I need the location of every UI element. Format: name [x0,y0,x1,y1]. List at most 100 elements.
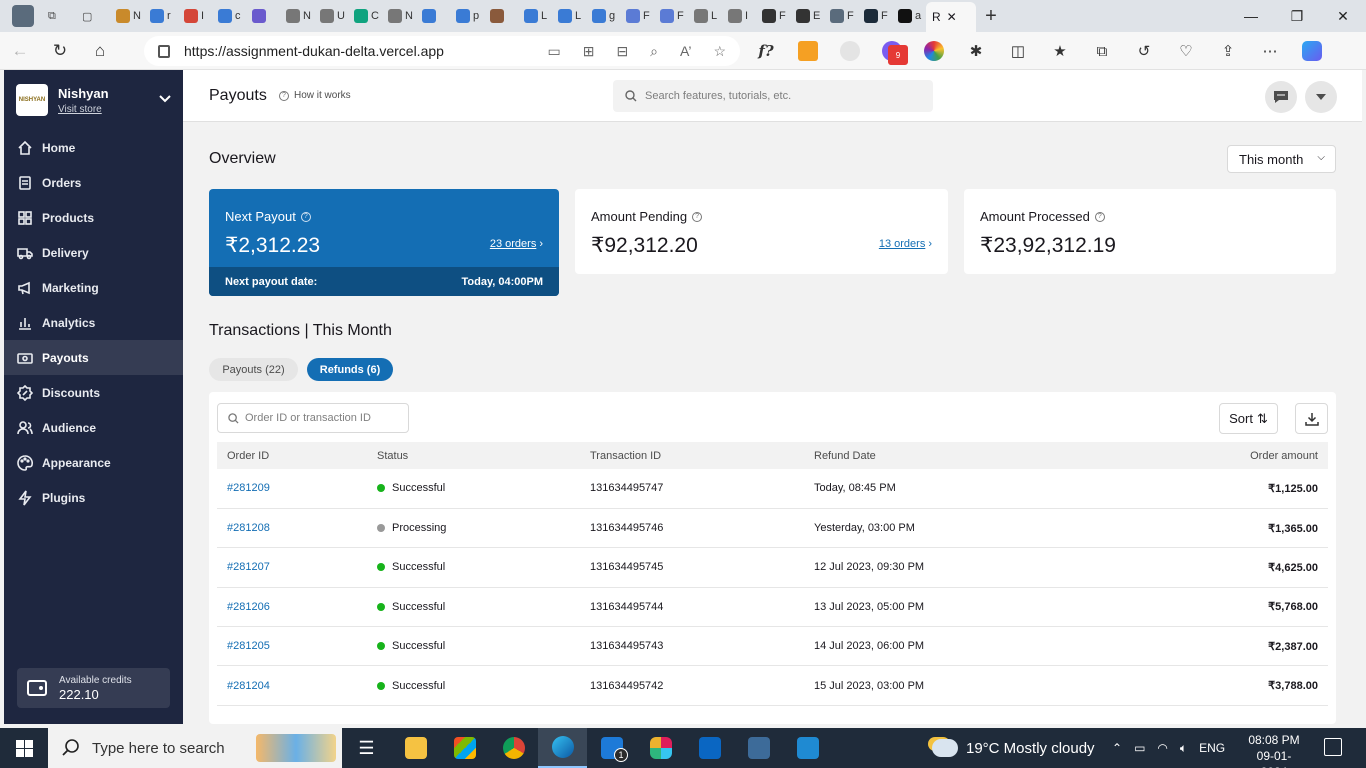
order-id-link[interactable]: #281206 [217,587,367,628]
column-header[interactable]: Status [367,442,580,469]
taskbar-search[interactable]: Type here to search [48,728,342,768]
panda-extension-icon[interactable] [840,41,860,61]
browser-tab[interactable]: L [518,0,552,32]
column-header[interactable]: Refund Date [804,442,1104,469]
browser-tab[interactable]: E [790,0,824,32]
battery-icon[interactable]: ▭ [1134,741,1145,755]
browser-tab[interactable]: F [858,0,892,32]
next-payout-orders-link[interactable]: 23 orders › [490,238,543,250]
sidebar-item-home[interactable]: Home [4,130,183,165]
zoom-icon[interactable]: ⌕ [650,43,658,60]
extensions-grid-icon[interactable]: ⊟ [616,43,628,60]
browser-tab[interactable]: L [688,0,722,32]
order-id-link[interactable]: #281209 [217,469,367,509]
chevron-down-icon[interactable] [159,90,171,106]
info-icon[interactable]: ? [692,211,703,222]
sidebar-item-products[interactable]: Products [4,200,183,235]
browser-tab[interactable]: a [892,0,926,32]
sidebar-item-marketing[interactable]: Marketing [4,270,183,305]
tab-refunds[interactable]: Refunds (6) [307,358,393,381]
share-icon[interactable]: ⇪ [1218,41,1238,61]
active-tab[interactable]: R ✕ [926,2,976,32]
browser-tab[interactable]: F [824,0,858,32]
browser-tab[interactable]: F [654,0,688,32]
favorites-icon[interactable]: ★ [1050,41,1070,61]
browser-tab[interactable]: g [586,0,620,32]
history-icon[interactable]: ↺ [1134,41,1154,61]
clock[interactable]: 08:08 PM 09-01-2024 [1246,732,1302,768]
chrome-icon[interactable] [489,728,538,768]
order-id-link[interactable]: #281207 [217,547,367,588]
formula-extension-icon[interactable]: f? [756,41,776,61]
browser-tab[interactable]: N [382,0,416,32]
feature-search[interactable] [613,80,933,112]
new-tab-button[interactable]: + [976,5,1006,28]
browser-tab[interactable]: r [144,0,178,32]
back-button[interactable]: ← [0,41,40,61]
orange-extension-icon[interactable] [798,41,818,61]
close-window-icon[interactable]: ✕ [1320,0,1366,32]
order-id-link[interactable]: #281205 [217,626,367,667]
transaction-search[interactable] [217,403,409,433]
column-header[interactable]: Transaction ID [580,442,804,469]
table-row[interactable]: #281209 Successful 131634495747 Today, 08:4… [217,469,1328,509]
table-row[interactable]: #281204 Successful 131634495742 15 Jul 2023… [217,665,1328,706]
minimize-icon[interactable]: — [1228,0,1274,32]
how-it-works-link[interactable]: ? How it works [279,90,351,101]
visit-store-link[interactable]: Visit store [58,104,109,115]
table-row[interactable]: #281207 Successful 131634495745 12 Jul 2023… [217,547,1328,588]
sidebar-item-delivery[interactable]: Delivery [4,235,183,270]
color-wheel-extension-icon[interactable] [924,41,944,61]
favorite-star-icon[interactable]: ☆ [713,43,726,60]
more-menu-icon[interactable]: ⋯ [1260,41,1280,61]
transaction-search-input[interactable] [245,412,405,424]
address-bar[interactable]: https://assignment-dukan-delta.vercel.ap… [144,36,740,66]
sort-button[interactable]: Sort ⇅ [1219,403,1278,434]
column-header[interactable]: Order amount [1104,442,1328,469]
chat-support-button[interactable] [1265,81,1297,113]
browser-tab[interactable]: U [314,0,348,32]
column-header[interactable]: Order ID [217,442,367,469]
microsoft-store-icon[interactable] [440,728,489,768]
tab-actions-icon[interactable]: ▢ [76,0,110,32]
table-row[interactable]: #281205 Successful 131634495743 14 Jul 2023… [217,626,1328,667]
browser-tab[interactable] [484,0,518,32]
split-screen-icon[interactable]: ◫ [1008,41,1028,61]
notifications-icon[interactable] [1324,738,1342,756]
tab-payouts[interactable]: Payouts (22) [209,358,298,381]
sidebar-item-payouts[interactable]: Payouts [4,340,183,375]
task-view-icon[interactable]: ☰ [342,728,391,768]
database-tool-icon[interactable] [734,728,783,768]
browser-tab[interactable]: C [348,0,382,32]
download-button[interactable] [1295,403,1328,434]
browser-tab[interactable]: F [756,0,790,32]
language-indicator[interactable]: ENG [1199,741,1225,755]
performance-icon[interactable]: ♡ [1176,41,1196,61]
browser-tab[interactable]: N [110,0,144,32]
file-explorer-icon[interactable] [391,728,440,768]
tab-options-icon[interactable]: ⧉ [42,0,76,32]
order-id-link[interactable]: #281204 [217,665,367,706]
available-credits[interactable]: Available credits 222.10 [17,668,170,708]
browser-tab[interactable] [246,0,280,32]
pending-orders-link[interactable]: 13 orders › [879,238,932,250]
app-available-icon[interactable]: ▭ [547,43,560,60]
home-button[interactable]: ⌂ [80,41,120,61]
collections-icon[interactable]: ⧉ [1092,41,1112,61]
chevron-up-icon[interactable]: ⌃ [1112,741,1122,755]
grid-icon[interactable]: ⊞ [583,43,595,60]
edge-icon[interactable] [538,728,587,768]
browser-tab[interactable]: L [552,0,586,32]
sidebar-item-audience[interactable]: Audience [4,410,183,445]
start-button[interactable] [0,728,48,768]
browser-tab[interactable]: I [722,0,756,32]
close-tab-icon[interactable]: ✕ [947,10,957,24]
browser-tab[interactable]: c [212,0,246,32]
table-row[interactable]: #281206 Successful 131634495744 13 Jul 2023… [217,587,1328,628]
sidebar-item-plugins[interactable]: Plugins [4,480,183,515]
sidebar-item-discounts[interactable]: Discounts [4,375,183,410]
refresh-button[interactable]: ↻ [40,41,80,61]
read-aloud-icon[interactable]: A’ [680,43,691,60]
sidebar-item-appearance[interactable]: Appearance [4,445,183,480]
account-menu-button[interactable] [1305,81,1337,113]
